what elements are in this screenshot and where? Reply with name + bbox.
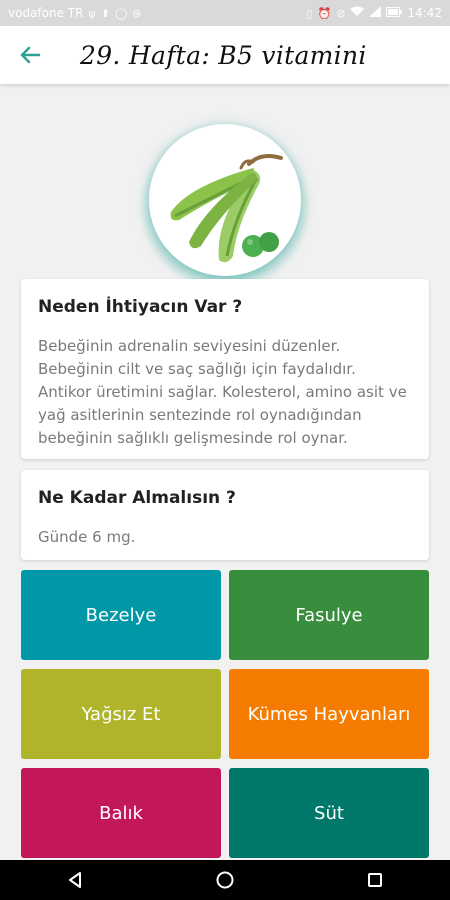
nav-home-button[interactable] (195, 860, 255, 900)
system-nav-bar (0, 860, 450, 900)
alarm-icon: ⏰ (317, 6, 332, 20)
recents-square-icon (368, 873, 382, 887)
back-triangle-icon (69, 872, 81, 888)
arrow-left-icon (20, 46, 40, 64)
status-bar-right: ▯ ⏰ ⊘ 14:42 (306, 6, 442, 20)
status-bar: vodafone TR ψ ⬆ ◯ ⊛ ▯ ⏰ ⊘ 14:42 (0, 0, 450, 26)
food-tile-label: Fasulye (295, 604, 363, 626)
usb-icon: ψ (88, 6, 96, 20)
signal-icon (369, 6, 382, 20)
back-button[interactable] (0, 26, 60, 84)
wifi-icon (350, 6, 365, 20)
whatsapp-icon: ◯ (114, 6, 128, 20)
food-tile-label: Yağsız Et (81, 703, 161, 725)
mute-icon: ⊘ (336, 6, 346, 20)
food-tile-label: Süt (314, 802, 344, 824)
food-tile-label: Kümes Hayvanları (247, 703, 411, 725)
hero-circle (149, 124, 301, 276)
food-tile-fasulye[interactable]: Fasulye (229, 570, 429, 660)
gamepad-icon: ⊛ (132, 6, 142, 20)
daily-amount-text: Günde 6 mg. (38, 528, 136, 546)
food-tile-label: Bezelye (85, 604, 157, 626)
food-tile-balik[interactable]: Balık (21, 768, 221, 858)
page-title: 29. Hafta: B5 vitamini (80, 40, 367, 70)
upload-icon: ⬆ (100, 6, 110, 20)
food-tile-label: Balık (99, 802, 143, 824)
app-bar: 29. Hafta: B5 vitamini (0, 26, 450, 84)
battery-icon (386, 6, 403, 20)
clock: 14:42 (407, 6, 442, 20)
food-tile-sut[interactable]: Süt (229, 768, 429, 858)
why-needed-card: Neden İhtiyacın Var ? Bebeğinin adrenali… (21, 279, 429, 459)
daily-amount-card: Ne Kadar Almalısın ? Günde 6 mg. (21, 470, 429, 560)
home-circle-icon (216, 871, 234, 889)
carrier-label: vodafone TR (8, 6, 84, 20)
food-tile-bezelye[interactable]: Bezelye (21, 570, 221, 660)
why-needed-text: Bebeğinin adrenalin seviyesini düzenler.… (38, 337, 407, 447)
food-tile-yagsiz-et[interactable]: Yağsız Et (21, 669, 221, 759)
vibrate-icon: ▯ (306, 6, 313, 20)
hero-section (0, 84, 450, 291)
why-needed-title: Neden İhtiyacın Var ? (38, 297, 243, 317)
peas-pod-icon (170, 154, 283, 263)
nav-recents-button[interactable] (345, 860, 405, 900)
status-bar-left: vodafone TR ψ ⬆ ◯ ⊛ (8, 6, 141, 20)
nav-back-button[interactable] (45, 860, 105, 900)
food-tile-kumes-hayvanlari[interactable]: Kümes Hayvanları (229, 669, 429, 759)
daily-amount-title: Ne Kadar Almalısın ? (38, 488, 236, 508)
